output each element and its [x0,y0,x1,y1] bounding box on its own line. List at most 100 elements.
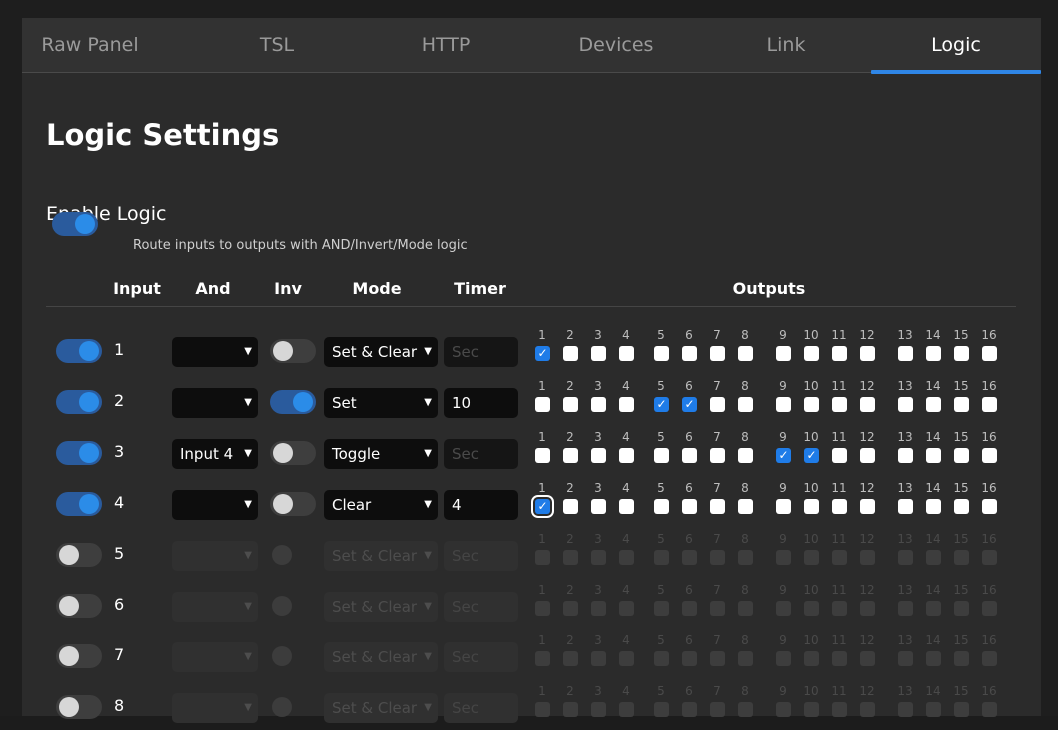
output-checkbox[interactable] [535,397,550,412]
row-enable-toggle[interactable] [56,543,102,567]
mode-select[interactable]: Set & Clear ▼ [324,693,438,723]
output-checkbox[interactable] [619,448,634,463]
tab-devices[interactable]: Devices [531,18,701,72]
output-checkbox[interactable] [591,550,606,565]
output-checkbox[interactable]: ✓ [776,448,791,463]
output-checkbox[interactable] [926,499,941,514]
output-checkbox[interactable] [982,448,997,463]
timer-input[interactable]: Sec [444,337,518,367]
and-select[interactable]: ▼ [172,642,258,672]
output-checkbox[interactable] [776,499,791,514]
row-enable-toggle[interactable] [56,695,102,719]
output-checkbox[interactable] [982,651,997,666]
output-checkbox[interactable] [710,397,725,412]
output-checkbox[interactable] [682,499,697,514]
enable-logic-toggle[interactable] [52,212,98,236]
output-checkbox[interactable] [926,651,941,666]
output-checkbox[interactable] [898,702,913,717]
output-checkbox[interactable] [591,397,606,412]
output-checkbox[interactable] [954,448,969,463]
output-checkbox[interactable] [898,601,913,616]
row-enable-toggle[interactable] [56,390,102,414]
output-checkbox[interactable] [926,397,941,412]
output-checkbox[interactable] [804,550,819,565]
output-checkbox[interactable] [898,397,913,412]
output-checkbox[interactable] [982,702,997,717]
row-enable-toggle[interactable] [56,339,102,363]
timer-input[interactable]: Sec [444,592,518,622]
output-checkbox[interactable] [804,346,819,361]
output-checkbox[interactable] [926,550,941,565]
output-checkbox[interactable] [954,397,969,412]
output-checkbox[interactable]: ✓ [535,346,550,361]
output-checkbox[interactable] [832,550,847,565]
timer-input[interactable]: Sec [444,642,518,672]
output-checkbox[interactable] [619,346,634,361]
invert-toggle[interactable] [270,390,316,414]
output-checkbox[interactable] [619,601,634,616]
output-checkbox[interactable] [776,601,791,616]
invert-toggle[interactable] [270,644,294,668]
output-checkbox[interactable] [738,346,753,361]
output-checkbox[interactable] [738,448,753,463]
output-checkbox[interactable] [654,448,669,463]
output-checkbox[interactable] [926,702,941,717]
output-checkbox[interactable] [860,651,875,666]
output-checkbox[interactable] [832,346,847,361]
output-checkbox[interactable] [926,448,941,463]
output-checkbox[interactable] [860,448,875,463]
output-checkbox[interactable] [982,601,997,616]
output-checkbox[interactable] [563,346,578,361]
output-checkbox[interactable] [860,499,875,514]
output-checkbox[interactable] [591,499,606,514]
and-select[interactable]: ▼ [172,337,258,367]
and-select[interactable]: Input 4 ▼ [172,439,258,469]
row-enable-toggle[interactable] [56,441,102,465]
output-checkbox[interactable] [926,346,941,361]
invert-toggle[interactable] [270,339,316,363]
output-checkbox[interactable] [654,346,669,361]
output-checkbox[interactable] [710,346,725,361]
output-checkbox[interactable] [860,397,875,412]
output-checkbox[interactable] [563,550,578,565]
output-checkbox[interactable] [591,346,606,361]
output-checkbox[interactable] [832,702,847,717]
output-checkbox[interactable] [654,702,669,717]
output-checkbox[interactable] [654,499,669,514]
output-checkbox[interactable] [860,346,875,361]
output-checkbox[interactable] [682,550,697,565]
mode-select[interactable]: Set & Clear ▼ [324,541,438,571]
output-checkbox[interactable] [738,651,753,666]
mode-select[interactable]: Set & Clear ▼ [324,337,438,367]
mode-select[interactable]: Set & Clear ▼ [324,642,438,672]
output-checkbox[interactable] [654,601,669,616]
output-checkbox[interactable] [832,651,847,666]
output-checkbox[interactable] [832,397,847,412]
output-checkbox[interactable] [898,550,913,565]
and-select[interactable]: ▼ [172,592,258,622]
output-checkbox[interactable] [619,651,634,666]
output-checkbox[interactable] [738,550,753,565]
invert-toggle[interactable] [270,594,294,618]
output-checkbox[interactable] [654,651,669,666]
tab-tsl[interactable]: TSL [192,18,362,72]
output-checkbox[interactable] [619,702,634,717]
output-checkbox[interactable] [738,601,753,616]
output-checkbox[interactable] [832,601,847,616]
output-checkbox[interactable]: ✓ [531,495,554,518]
output-checkbox[interactable] [954,601,969,616]
mode-select[interactable]: Set ▼ [324,388,438,418]
tab-raw-panel[interactable]: Raw Panel [22,18,158,72]
output-checkbox[interactable] [619,397,634,412]
output-checkbox[interactable] [832,448,847,463]
output-checkbox[interactable] [535,651,550,666]
and-select[interactable]: ▼ [172,693,258,723]
timer-input[interactable]: 4 [444,490,518,520]
timer-input[interactable]: 10 [444,388,518,418]
output-checkbox[interactable] [776,397,791,412]
output-checkbox[interactable] [710,702,725,717]
output-checkbox[interactable] [682,346,697,361]
output-checkbox[interactable]: ✓ [804,448,819,463]
output-checkbox[interactable] [710,448,725,463]
output-checkbox[interactable] [535,550,550,565]
